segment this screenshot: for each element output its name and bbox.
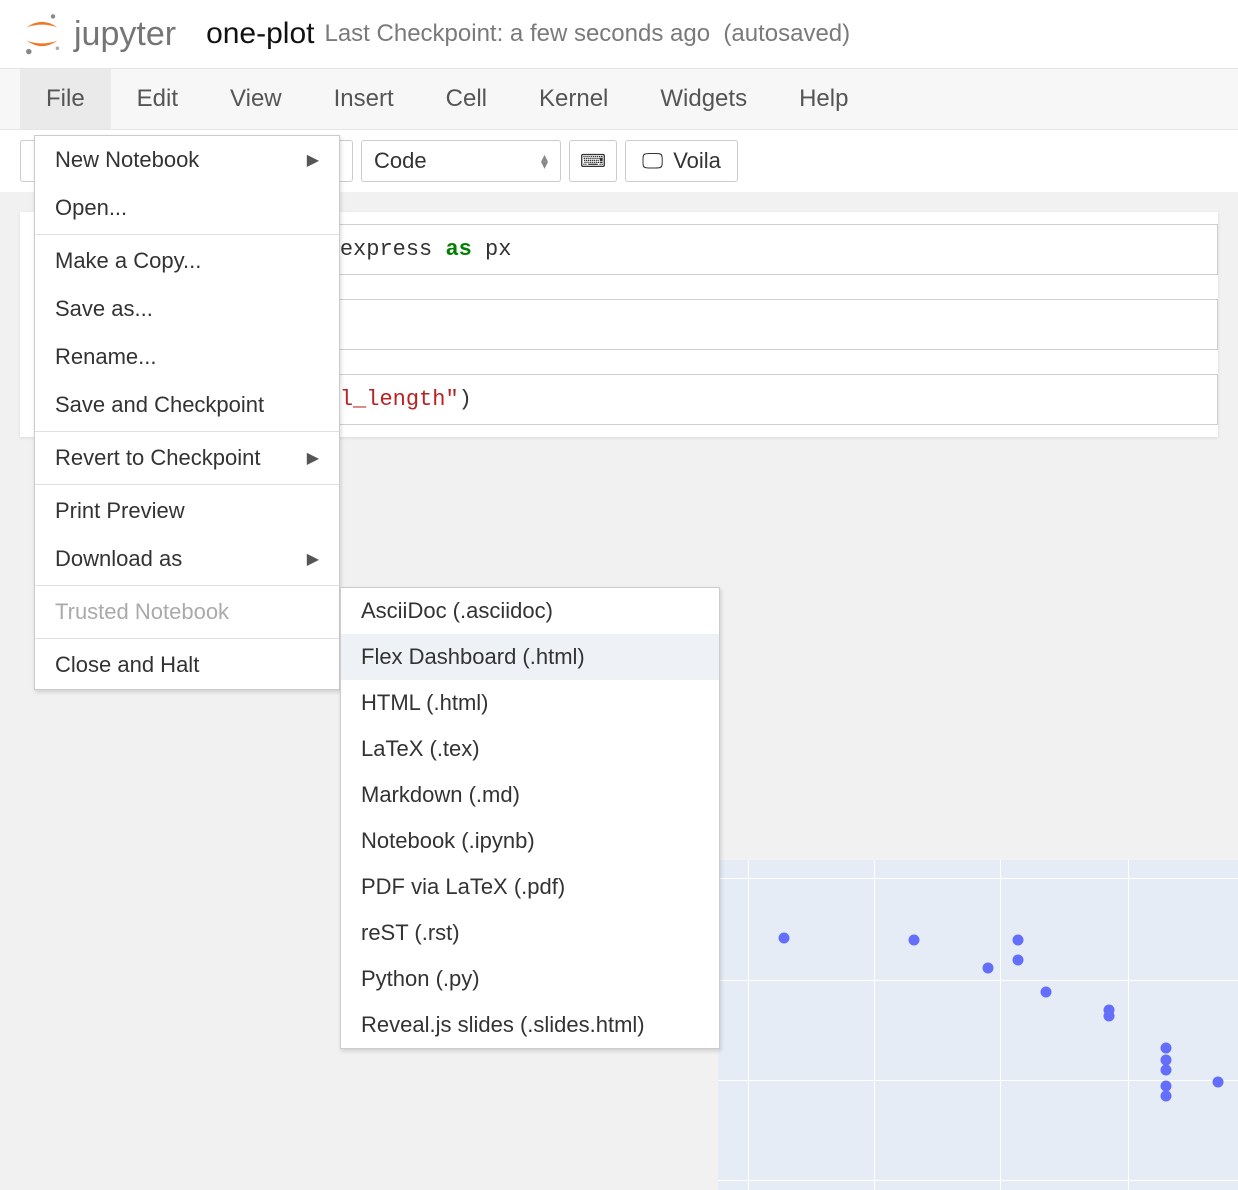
chevron-right-icon: ▶: [307, 150, 319, 170]
menu-print-preview[interactable]: Print Preview: [35, 487, 339, 535]
scatter-point: [1013, 935, 1024, 946]
grid-line: [718, 878, 1238, 879]
download-option[interactable]: reST (.rst): [341, 910, 719, 956]
select-arrows-icon: ▴▾: [541, 154, 548, 168]
menu-widgets[interactable]: Widgets: [634, 69, 773, 129]
chart-grid: [718, 860, 1238, 1190]
checkpoint-info: Last Checkpoint: a few seconds ago (auto…: [324, 20, 850, 48]
voila-label: Voila: [673, 148, 721, 174]
menu-close-halt[interactable]: Close and Halt: [35, 641, 339, 689]
menu-separator: [35, 234, 339, 235]
menu-trusted-notebook: Trusted Notebook: [35, 588, 339, 636]
menu-save-checkpoint[interactable]: Save and Checkpoint: [35, 381, 339, 429]
menu-separator: [35, 585, 339, 586]
download-option[interactable]: Markdown (.md): [341, 772, 719, 818]
plot-output: [718, 860, 1238, 1190]
grid-line: [718, 1080, 1238, 1081]
grid-line: [1000, 860, 1001, 1190]
scatter-point: [983, 963, 994, 974]
menu-download-as[interactable]: Download as▶: [35, 535, 339, 583]
voila-button[interactable]: 🖵 Voila: [625, 140, 738, 182]
menubar: File Edit View Insert Cell Kernel Widget…: [0, 69, 1238, 130]
menu-open[interactable]: Open...: [35, 184, 339, 232]
download-option[interactable]: Python (.py): [341, 956, 719, 1002]
scatter-point: [1161, 1065, 1172, 1076]
jupyter-logo: jupyter: [20, 12, 176, 56]
menu-save-as[interactable]: Save as...: [35, 285, 339, 333]
cell-type-select[interactable]: Code ▴▾: [361, 140, 561, 182]
download-option[interactable]: Notebook (.ipynb): [341, 818, 719, 864]
scatter-point: [1104, 1011, 1115, 1022]
download-option[interactable]: AsciiDoc (.asciidoc): [341, 588, 719, 634]
menu-cell[interactable]: Cell: [420, 69, 513, 129]
menu-separator: [35, 638, 339, 639]
chevron-right-icon: ▶: [307, 448, 319, 468]
header: jupyter one-plot Last Checkpoint: a few …: [0, 0, 1238, 69]
scatter-point: [909, 935, 920, 946]
scatter-point: [1161, 1043, 1172, 1054]
download-option[interactable]: PDF via LaTeX (.pdf): [341, 864, 719, 910]
grid-line: [718, 1180, 1238, 1181]
menu-insert[interactable]: Insert: [308, 69, 420, 129]
menu-separator: [35, 484, 339, 485]
grid-line: [718, 980, 1238, 981]
menu-new-notebook[interactable]: New Notebook▶: [35, 136, 339, 184]
grid-line: [874, 860, 875, 1190]
download-as-submenu: AsciiDoc (.asciidoc)Flex Dashboard (.htm…: [340, 587, 720, 1049]
monitor-icon: 🖵: [642, 148, 663, 174]
menu-make-copy[interactable]: Make a Copy...: [35, 237, 339, 285]
download-option[interactable]: Flex Dashboard (.html): [341, 634, 719, 680]
menu-help[interactable]: Help: [773, 69, 874, 129]
menu-rename[interactable]: Rename...: [35, 333, 339, 381]
menu-file[interactable]: File: [20, 69, 111, 129]
notebook-title[interactable]: one-plot: [206, 17, 314, 51]
menu-revert-checkpoint[interactable]: Revert to Checkpoint▶: [35, 434, 339, 482]
scatter-point: [1041, 987, 1052, 998]
download-option[interactable]: Reveal.js slides (.slides.html): [341, 1002, 719, 1048]
scatter-point: [1213, 1077, 1224, 1088]
keyboard-icon: ⌨: [580, 151, 606, 172]
scatter-point: [779, 933, 790, 944]
menu-kernel[interactable]: Kernel: [513, 69, 634, 129]
logo-text: jupyter: [74, 15, 176, 54]
grid-line: [748, 860, 749, 1190]
chevron-right-icon: ▶: [307, 549, 319, 569]
jupyter-logo-icon: [20, 12, 64, 56]
menu-edit[interactable]: Edit: [111, 69, 204, 129]
command-palette-button[interactable]: ⌨: [569, 140, 617, 182]
scatter-point: [1161, 1091, 1172, 1102]
scatter-point: [1013, 955, 1024, 966]
cell-type-value: Code: [374, 148, 427, 174]
file-dropdown: New Notebook▶ Open... Make a Copy... Sav…: [34, 135, 340, 690]
menu-view[interactable]: View: [204, 69, 308, 129]
grid-line: [1128, 860, 1129, 1190]
download-option[interactable]: LaTeX (.tex): [341, 726, 719, 772]
menu-separator: [35, 431, 339, 432]
download-option[interactable]: HTML (.html): [341, 680, 719, 726]
